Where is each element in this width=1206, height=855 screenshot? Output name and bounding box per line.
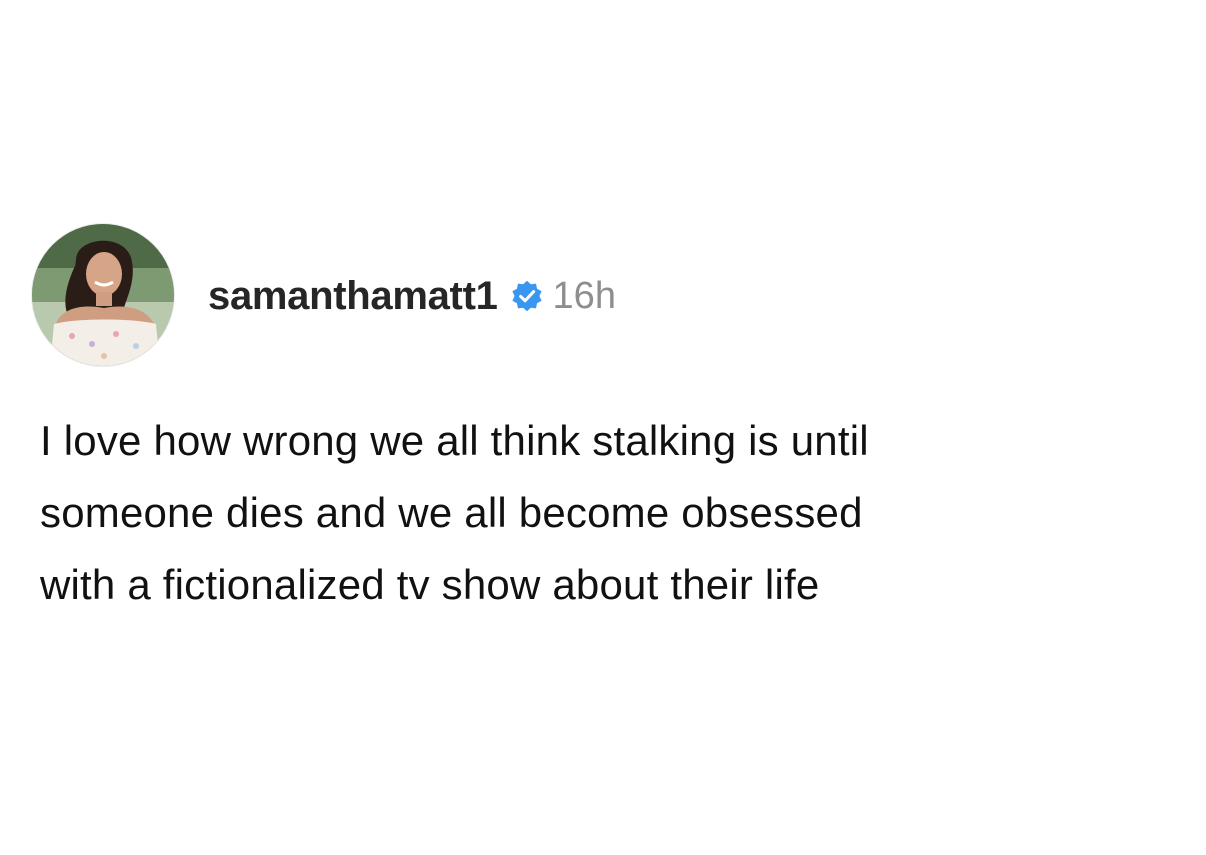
post-timestamp: 16h xyxy=(552,274,616,317)
post-text-line: I love how wrong we all think stalking i… xyxy=(40,417,869,464)
post-text-line: someone dies and we all become obsessed xyxy=(40,489,863,536)
avatar-photo xyxy=(32,224,174,366)
post-header: samanthamatt1 16h xyxy=(208,268,616,324)
verified-badge-icon xyxy=(510,279,544,313)
avatar[interactable] xyxy=(32,224,174,366)
post-body: I love how wrong we all think stalking i… xyxy=(40,405,1180,621)
post-text-line: with a fictionalized tv show about their… xyxy=(40,561,820,608)
username[interactable]: samanthamatt1 xyxy=(208,274,498,319)
threads-post: samanthamatt1 16h I love how wrong we al… xyxy=(0,0,1206,855)
